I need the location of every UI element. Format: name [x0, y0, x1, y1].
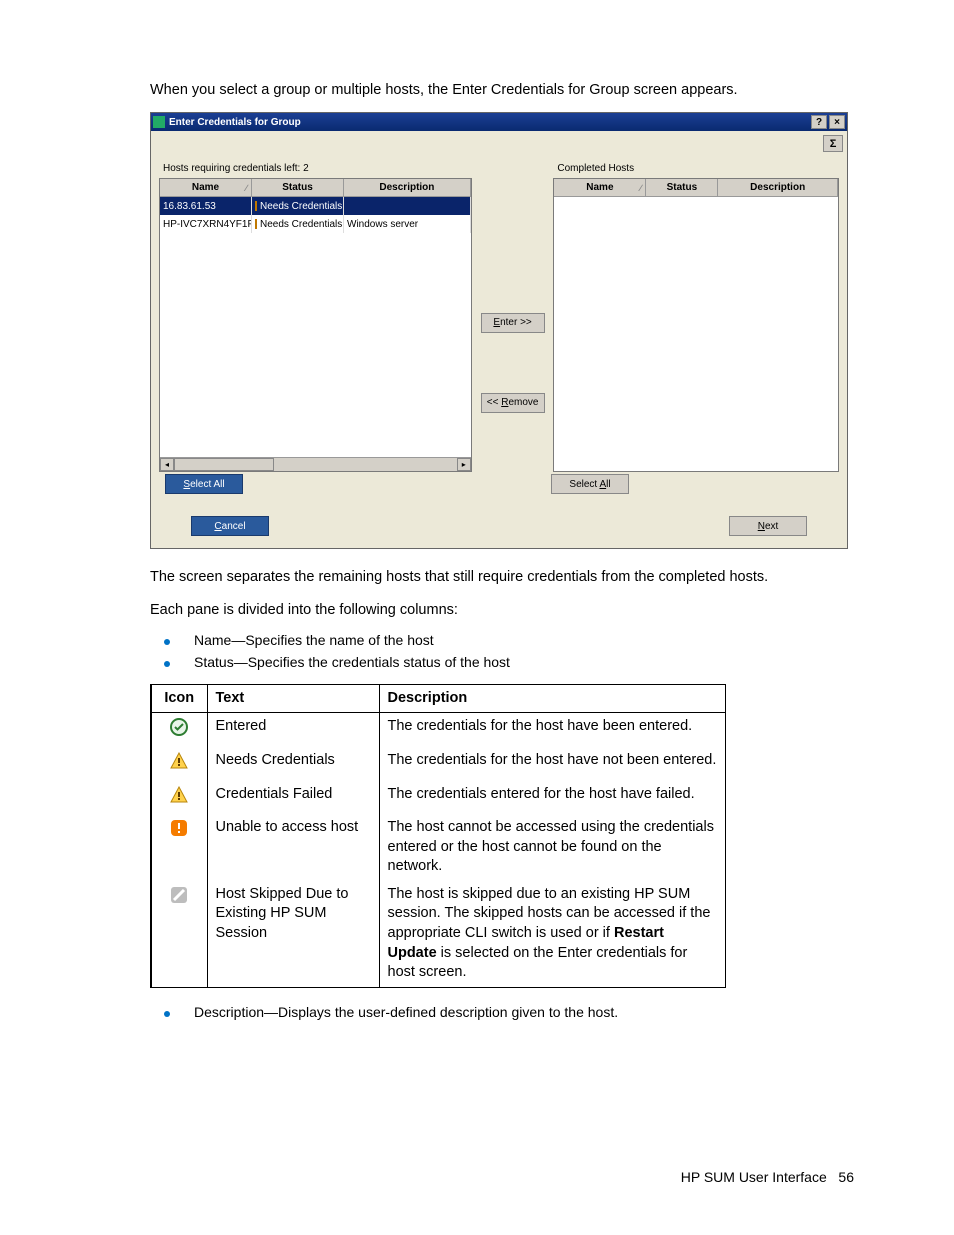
th-icon: Icon	[151, 684, 207, 713]
desc-bullet-list: Description—Displays the user-defined de…	[150, 1004, 854, 1020]
list-item: Description—Displays the user-defined de…	[194, 1004, 618, 1020]
table-row[interactable]: HP-IVC7XRN4YF1F Needs Credentials Window…	[160, 215, 471, 233]
col-status-header[interactable]: Status	[252, 179, 344, 196]
paragraph: Each pane is divided into the following …	[150, 600, 854, 620]
scroll-left-icon[interactable]: ◂	[160, 458, 174, 471]
status-desc: The host is skipped due to an existing H…	[379, 881, 726, 987]
page-footer: HP SUM User Interface 56	[681, 1169, 854, 1185]
help-button[interactable]: ?	[811, 115, 827, 129]
next-button[interactable]: Next	[729, 516, 807, 536]
error-icon	[169, 818, 189, 838]
col-name-header[interactable]: Name∕	[160, 179, 252, 196]
cancel-button[interactable]: Cancel	[191, 516, 269, 536]
status-desc: The credentials entered for the host hav…	[379, 781, 726, 815]
bullet-icon	[164, 639, 170, 645]
col-status-header-r[interactable]: Status	[646, 179, 718, 196]
col-desc-header[interactable]: Description	[344, 179, 471, 196]
titlebar: Enter Credentials for Group ? ×	[151, 113, 847, 131]
warning-icon	[255, 201, 257, 211]
skip-icon	[169, 885, 189, 905]
col-name-header-r[interactable]: Name∕	[554, 179, 646, 196]
check-icon	[169, 717, 189, 737]
left-pane: Hosts requiring credentials left: 2 Name…	[159, 163, 472, 472]
status-text: Credentials Failed	[207, 781, 379, 815]
remove-button[interactable]: << Remove	[481, 393, 545, 413]
th-description: Description	[379, 684, 726, 713]
status-text: Host Skipped Due to Existing HP SUM Sess…	[207, 881, 379, 987]
th-text: Text	[207, 684, 379, 713]
sort-indicator-icon: ∕	[245, 183, 247, 193]
left-pane-label: Hosts requiring credentials left: 2	[163, 163, 472, 174]
credentials-dialog: Enter Credentials for Group ? × Σ Hosts …	[150, 112, 848, 549]
status-desc: The credentials for the host have been e…	[379, 713, 726, 747]
status-text: Needs Credentials	[207, 747, 379, 781]
status-text: Entered	[207, 713, 379, 747]
list-item: Status—Specifies the credentials status …	[194, 654, 510, 670]
bullet-icon	[164, 1011, 170, 1017]
hscrollbar[interactable]: ◂ ▸	[160, 457, 471, 471]
status-text: Unable to access host	[207, 814, 379, 881]
dialog-title: Enter Credentials for Group	[169, 117, 301, 128]
intro-paragraph: When you select a group or multiple host…	[150, 80, 854, 100]
scroll-right-icon[interactable]: ▸	[457, 458, 471, 471]
table-row[interactable]: 16.83.61.53 Needs Credentials	[160, 197, 471, 215]
col-desc-header-r[interactable]: Description	[718, 179, 838, 196]
scroll-thumb[interactable]	[174, 458, 274, 471]
column-bullet-list: Name—Specifies the name of the host Stat…	[150, 632, 854, 670]
select-all-left-button[interactable]: Select All	[165, 474, 243, 494]
right-pane: Completed Hosts Name∕ Status Description	[553, 163, 839, 472]
bullet-icon	[164, 661, 170, 667]
paragraph: The screen separates the remaining hosts…	[150, 567, 854, 587]
list-item: Name—Specifies the name of the host	[194, 632, 434, 648]
status-desc: The credentials for the host have not be…	[379, 747, 726, 781]
enter-button[interactable]: Enter >>	[481, 313, 545, 333]
resize-button[interactable]: Σ	[823, 135, 843, 152]
close-button[interactable]: ×	[829, 115, 845, 129]
warning-icon	[169, 785, 189, 805]
right-grid: Name∕ Status Description	[553, 178, 839, 472]
status-icon-table: Icon Text Description Entered The creden…	[150, 684, 726, 988]
status-desc: The host cannot be accessed using the cr…	[379, 814, 726, 881]
warning-icon	[169, 751, 189, 771]
left-grid: Name∕ Status Description 16.83.61.53 Nee…	[159, 178, 472, 472]
warning-icon	[255, 219, 257, 229]
right-pane-label: Completed Hosts	[557, 163, 839, 174]
sort-indicator-icon: ∕	[640, 183, 642, 193]
app-icon	[153, 116, 165, 128]
select-all-right-button[interactable]: Select All	[551, 474, 629, 494]
